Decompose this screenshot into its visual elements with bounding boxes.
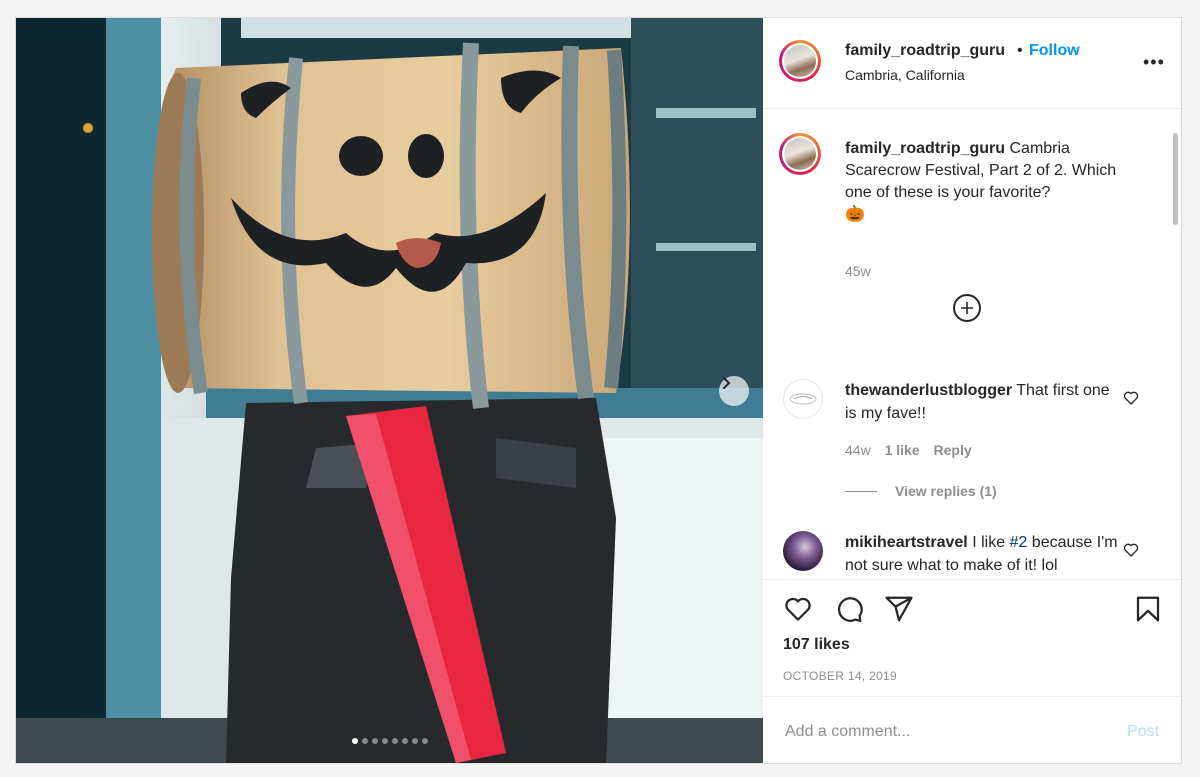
comment-avatar[interactable] bbox=[783, 531, 823, 571]
post-header: family_roadtrip_guru • Follow Cambria, C… bbox=[763, 18, 1181, 109]
caption-username[interactable]: family_roadtrip_guru bbox=[845, 140, 1005, 157]
comment-icon[interactable] bbox=[834, 594, 864, 624]
carousel-dot[interactable] bbox=[361, 738, 368, 744]
post-actions: 107 likes OCTOBER 14, 2019 Post bbox=[763, 579, 1181, 763]
post-card: family_roadtrip_guru • Follow Cambria, C… bbox=[15, 17, 1182, 764]
carousel-dot[interactable] bbox=[421, 738, 428, 744]
heart-icon[interactable] bbox=[783, 594, 813, 624]
post-location[interactable]: Cambria, California bbox=[845, 67, 965, 83]
carousel-dot[interactable] bbox=[411, 738, 418, 744]
comment-item: thewanderlustblogger That first one is m… bbox=[845, 379, 1125, 425]
pumpkin-emoji: 🎃 bbox=[845, 206, 865, 223]
carousel-dot[interactable] bbox=[351, 738, 358, 744]
comment-item: mikiheartstravel I like #2 because I'm n… bbox=[845, 531, 1125, 577]
comment-like-heart-icon[interactable] bbox=[1123, 542, 1139, 558]
comments-scrollbar[interactable] bbox=[1173, 133, 1178, 225]
author-username[interactable]: family_roadtrip_guru bbox=[845, 42, 1005, 60]
post-comment-button[interactable]: Post bbox=[1127, 723, 1159, 741]
comment-avatar[interactable] bbox=[783, 379, 823, 419]
follow-separator: • bbox=[1017, 42, 1023, 59]
post-photo bbox=[16, 18, 763, 763]
post-date[interactable]: OCTOBER 14, 2019 bbox=[783, 669, 897, 683]
bookmark-icon[interactable] bbox=[1133, 594, 1163, 624]
hashtag-link[interactable]: #2 bbox=[1010, 534, 1028, 551]
view-replies-button[interactable]: View replies (1) bbox=[895, 483, 997, 499]
post-media[interactable] bbox=[16, 18, 763, 763]
caption-avatar[interactable] bbox=[779, 133, 821, 175]
next-slide-button[interactable] bbox=[719, 376, 749, 406]
more-icon[interactable]: ••• bbox=[1143, 52, 1165, 73]
blog-logo-icon bbox=[789, 393, 817, 405]
comment-body-start: I like bbox=[972, 534, 1006, 551]
comment-username[interactable]: thewanderlustblogger bbox=[845, 382, 1012, 399]
carousel-dot[interactable] bbox=[381, 738, 388, 744]
avatar[interactable] bbox=[779, 40, 821, 82]
add-comment-bar: Post bbox=[763, 696, 1181, 763]
follow-button[interactable]: Follow bbox=[1029, 42, 1080, 60]
comment-meta: 44w 1 like Reply bbox=[845, 442, 972, 458]
comments-list[interactable]: family_roadtrip_guru Cambria Scarecrow F… bbox=[763, 109, 1181, 579]
share-icon[interactable] bbox=[884, 594, 914, 624]
chevron-right-icon bbox=[723, 377, 731, 389]
comment-like-heart-icon[interactable] bbox=[1123, 390, 1139, 406]
comment-age[interactable]: 44w bbox=[845, 442, 871, 458]
carousel-dot[interactable] bbox=[401, 738, 408, 744]
carousel-dots bbox=[16, 738, 763, 744]
carousel-dot[interactable] bbox=[371, 738, 378, 744]
comment-input[interactable] bbox=[783, 717, 1107, 747]
caption: family_roadtrip_guru Cambria Scarecrow F… bbox=[845, 138, 1135, 226]
comment-likes[interactable]: 1 like bbox=[885, 442, 920, 458]
plus-circle-icon bbox=[961, 302, 973, 314]
likes-count[interactable]: 107 likes bbox=[783, 636, 850, 654]
reply-button[interactable]: Reply bbox=[934, 442, 972, 458]
comment-username[interactable]: mikiheartstravel bbox=[845, 534, 968, 551]
carousel-dot[interactable] bbox=[391, 738, 398, 744]
caption-age[interactable]: 45w bbox=[845, 263, 871, 279]
load-more-comments-button[interactable] bbox=[953, 294, 981, 322]
replies-divider bbox=[845, 491, 877, 492]
post-side-panel: family_roadtrip_guru • Follow Cambria, C… bbox=[763, 18, 1181, 763]
